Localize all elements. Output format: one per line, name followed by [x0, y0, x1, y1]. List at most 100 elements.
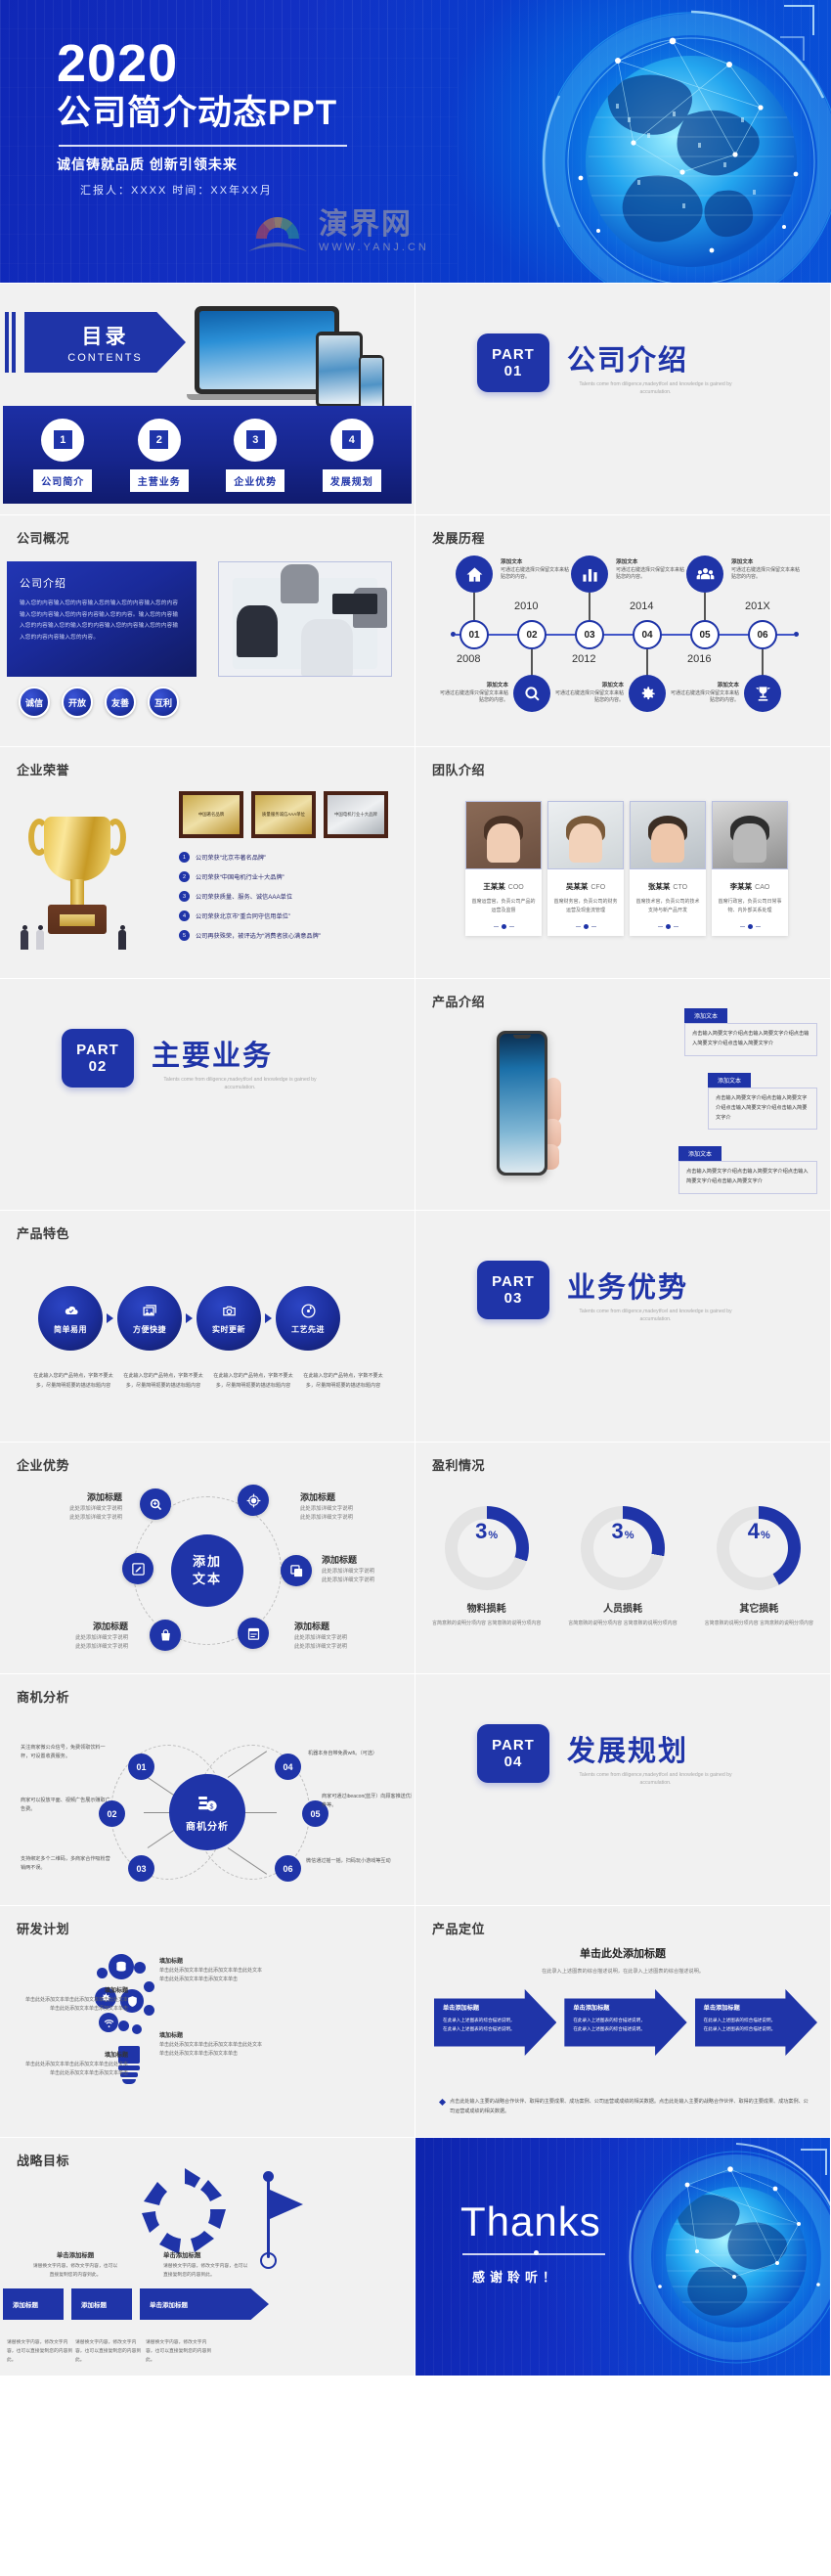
member-name: 王某某 — [483, 882, 505, 891]
plaque: 中国著名品牌 — [179, 791, 243, 838]
slide-part-04[interactable]: PART 04 发展规划 Talents come from diligence… — [416, 1674, 831, 1906]
cover-divider — [59, 145, 347, 147]
slide-honors[interactable]: 企业荣誉 中国著名品牌 质量服务诚信AAA单位 中国电机行业十大品牌 1 公司荣… — [0, 747, 416, 979]
slide-product-intro[interactable]: 产品介绍 添加文本 点击输入简要文字介绍点击输入简要文字介绍点击输入简要文字介绍… — [416, 979, 831, 1211]
strategy-chevron-3[interactable]: 单击添加标题 — [140, 2288, 269, 2320]
advantage-node-note[interactable] — [238, 1618, 269, 1649]
arrow-label: 单击添加标题 — [703, 2005, 740, 2012]
page-title: 企业优势 — [17, 1458, 70, 1473]
team-card[interactable]: 张某某 CTO 首席技术官，负责公司的技术支持与新产品开发 — [630, 801, 706, 936]
part-03-heading: 业务优势 — [567, 1272, 689, 1304]
ppt-preview-deck: 2020 公司简介动态PPT 诚信铸就品质 创新引领未来 汇报人：XXXX 时间… — [0, 0, 831, 2376]
overview-card-body: 输入您的内容输入您的内容输入您的输入您的内容输入您的内容输入您的内容输入您的内容… — [20, 600, 179, 642]
part-03-badge: PART 03 — [477, 1261, 549, 1319]
slide-timeline[interactable]: 发展历程 01 02 03 04 05 06 2008 2010 2012 20… — [416, 515, 831, 747]
cover-title: 公司简介动态PPT — [57, 94, 338, 132]
slide-company-overview[interactable]: 公司概况 公司介绍 输入您的内容输入您的内容输入您的输入您的内容输入您的内容输入… — [0, 515, 416, 747]
center-label: 商机分析 — [186, 1822, 229, 1833]
honors-canvas: 企业荣誉 中国著名品牌 质量服务诚信AAA单位 中国电机行业十大品牌 1 公司荣… — [3, 750, 412, 975]
small-node-icon — [132, 2024, 142, 2034]
slide-product-features[interactable]: 产品特色 简单易用 方便快捷 实时更新 工艺先进 在此输入您的产品特点，字数不要… — [0, 1211, 416, 1443]
slide-team[interactable]: 团队介绍 王某某 COO 首席运营官，负责公司产品的运营及监督 吴某某 CFO … — [416, 747, 831, 979]
phone-icon — [359, 355, 384, 410]
timeline-node-02[interactable]: 02 — [517, 620, 547, 649]
flag-graphic — [249, 2171, 303, 2274]
part-badge-word: PART — [492, 1273, 535, 1290]
slide-profit[interactable]: 盈利情况 3 % 物料损耗 言简意赅的说明分项内容 言简意赅的说明分项内容 3 … — [416, 1443, 831, 1674]
timeline-year-2008: 2008 — [457, 653, 481, 665]
timeline-node-05[interactable]: 05 — [690, 620, 720, 649]
contents-item-4[interactable]: 4 发展规划 — [311, 418, 393, 492]
contents-item-1[interactable]: 1 公司简介 — [22, 418, 104, 492]
positioning-arrow-1[interactable]: 单击添加标题 在此录入上述图表的综合描述说明，在此录入上述图表的综合描述说明。 — [434, 1989, 557, 2056]
slide-part-03[interactable]: PART 03 业务优势 Talents come from diligence… — [416, 1211, 831, 1443]
image-icon — [142, 1304, 156, 1315]
team-card[interactable]: 李某某 CAO 首席行政官，负责公司日常事物、内外部关系处理 — [712, 801, 788, 936]
contents-item-2[interactable]: 2 主营业务 — [118, 418, 200, 492]
positioning-arrow-2[interactable]: 单击添加标题 在此录入上述图表的综合描述说明，在此录入上述图表的综合描述说明。 — [564, 1989, 687, 2056]
value-pill: 友善 — [105, 687, 136, 718]
block-tag: 添加文本 — [708, 1072, 752, 1088]
slide-opportunity[interactable]: 商机分析 $ 商机分析 01 02 03 04 05 06 关注商家微公众信号，… — [0, 1674, 416, 1906]
advantage-node-bag[interactable] — [150, 1620, 181, 1651]
part-02-english: Talents come from diligence,madeytfcel a… — [163, 1077, 317, 1090]
opportunity-node-03[interactable]: 03 — [128, 1855, 154, 1882]
opportunity-text-01: 关注商家微公众信号，免费领取饮料一杯，可设置收费服务。 — [21, 1745, 106, 1760]
team-card[interactable]: 吴某某 CFO 首席财务官，负责公司的财务运营及现金流管理 — [547, 801, 624, 936]
watermark-brand: 演界网 — [319, 208, 413, 241]
honor-number: 2 — [179, 871, 190, 882]
advantage-node-target[interactable] — [238, 1485, 269, 1516]
member-role: CAO — [755, 884, 770, 891]
contents-item-3[interactable]: 3 企业优势 — [214, 418, 296, 492]
card-dots — [630, 919, 706, 936]
timeline-node-03[interactable]: 03 — [575, 620, 604, 649]
opportunity-node-01[interactable]: 01 — [128, 1754, 154, 1780]
slide-contents[interactable]: 目录 CONTENTS 1 公司简介 2 主营业务 3 企业优势 4 发展规划 — [0, 284, 416, 515]
slide-positioning[interactable]: 产品定位 单击此处添加标题 在此录入上述图表的综合描述说明，在此录入上述图表的综… — [416, 1906, 831, 2138]
cover-meta: 汇报人：XXXX 时间：XX年XX月 — [80, 185, 273, 197]
page-title: 产品定位 — [432, 1922, 486, 1936]
slide-advantages[interactable]: 企业优势 添加 文本 添加标题 此处添加详细文字说明 此处添加详细文字说明 添加… — [0, 1443, 416, 1674]
contents-accent-bars — [5, 312, 16, 373]
positioning-arrow-3[interactable]: 单击添加标题 在此录入上述图表的综合描述说明，在此录入上述图表的综合描述说明。 — [694, 1989, 817, 2056]
advantage-node-zoom-in[interactable] — [140, 1488, 171, 1520]
advantage-text-4: 添加标题 此处添加详细文字说明 此处添加详细文字说明 — [294, 1621, 347, 1651]
slide-part-02[interactable]: PART 02 主要业务 Talents come from diligence… — [0, 979, 416, 1211]
advantage-node-edit[interactable] — [122, 1553, 153, 1584]
slide-rnd-plan[interactable]: 研发计划 填加标题 单击此处添加文本单击此添加文本单击此处文本单击此处添加文本单… — [0, 1906, 416, 2138]
feature-node-4[interactable]: 工艺先进 — [276, 1286, 340, 1351]
value-pill: 互利 — [148, 687, 179, 718]
honor-item: 2 公司荣获“中国电机行业十大品牌” — [179, 871, 412, 882]
cycle-arrows-graphic — [140, 2166, 230, 2256]
timeline-axis — [451, 632, 799, 637]
advantage-node-copy[interactable] — [281, 1555, 312, 1586]
page-title: 产品介绍 — [432, 995, 486, 1009]
feature-node-3[interactable]: 实时更新 — [197, 1286, 261, 1351]
slide-strategy[interactable]: 战略目标 单击添加标题 请替换文字内容，修改文字内容，也可以直接复制您的内容到此… — [0, 2138, 416, 2376]
member-role: CFO — [590, 884, 606, 891]
timeline-node-01[interactable]: 01 — [459, 620, 489, 649]
opportunity-node-06[interactable]: 06 — [275, 1855, 301, 1882]
part-02-badge: PART 02 — [62, 1029, 134, 1088]
timeline-node-04[interactable]: 04 — [633, 620, 662, 649]
copy-icon — [289, 1564, 302, 1577]
contents-item-label: 主营业务 — [129, 468, 189, 492]
contents-number-badge: 2 — [137, 418, 181, 462]
page-title: 盈利情况 — [432, 1458, 486, 1473]
avatar — [712, 801, 788, 869]
center-line-1: 添加 — [192, 1554, 222, 1570]
arrow-label: 单击添加标题 — [573, 2005, 610, 2012]
contents-items-band: 1 公司简介 2 主营业务 3 企业优势 4 发展规划 — [3, 406, 412, 504]
value-pill: 开放 — [62, 687, 93, 718]
slide-cover[interactable]: 2020 公司简介动态PPT 诚信铸就品质 创新引领未来 汇报人：XXXX 时间… — [0, 0, 831, 284]
timeline-node-06[interactable]: 06 — [748, 620, 777, 649]
slide-thanks[interactable]: Thanks 感谢聆听！ — [416, 2138, 831, 2376]
slide-part-01[interactable]: PART 01 公司介绍 Talents come from diligence… — [416, 284, 831, 515]
overview-values: 诚信 开放 友善 互利 — [19, 687, 179, 718]
strategy-upper-1: 单击添加标题 请替换文字内容，修改文字内容，也可以直接复制您的内容到此。 — [32, 2252, 118, 2279]
feature-node-1[interactable]: 简单易用 — [38, 1286, 103, 1351]
team-card[interactable]: 王某某 COO 首席运营官，负责公司产品的运营及监督 — [465, 801, 542, 936]
opportunity-node-04[interactable]: 04 — [275, 1754, 301, 1780]
part-02-heading: 主要业务 — [152, 1041, 274, 1072]
feature-node-2[interactable]: 方便快捷 — [117, 1286, 182, 1351]
